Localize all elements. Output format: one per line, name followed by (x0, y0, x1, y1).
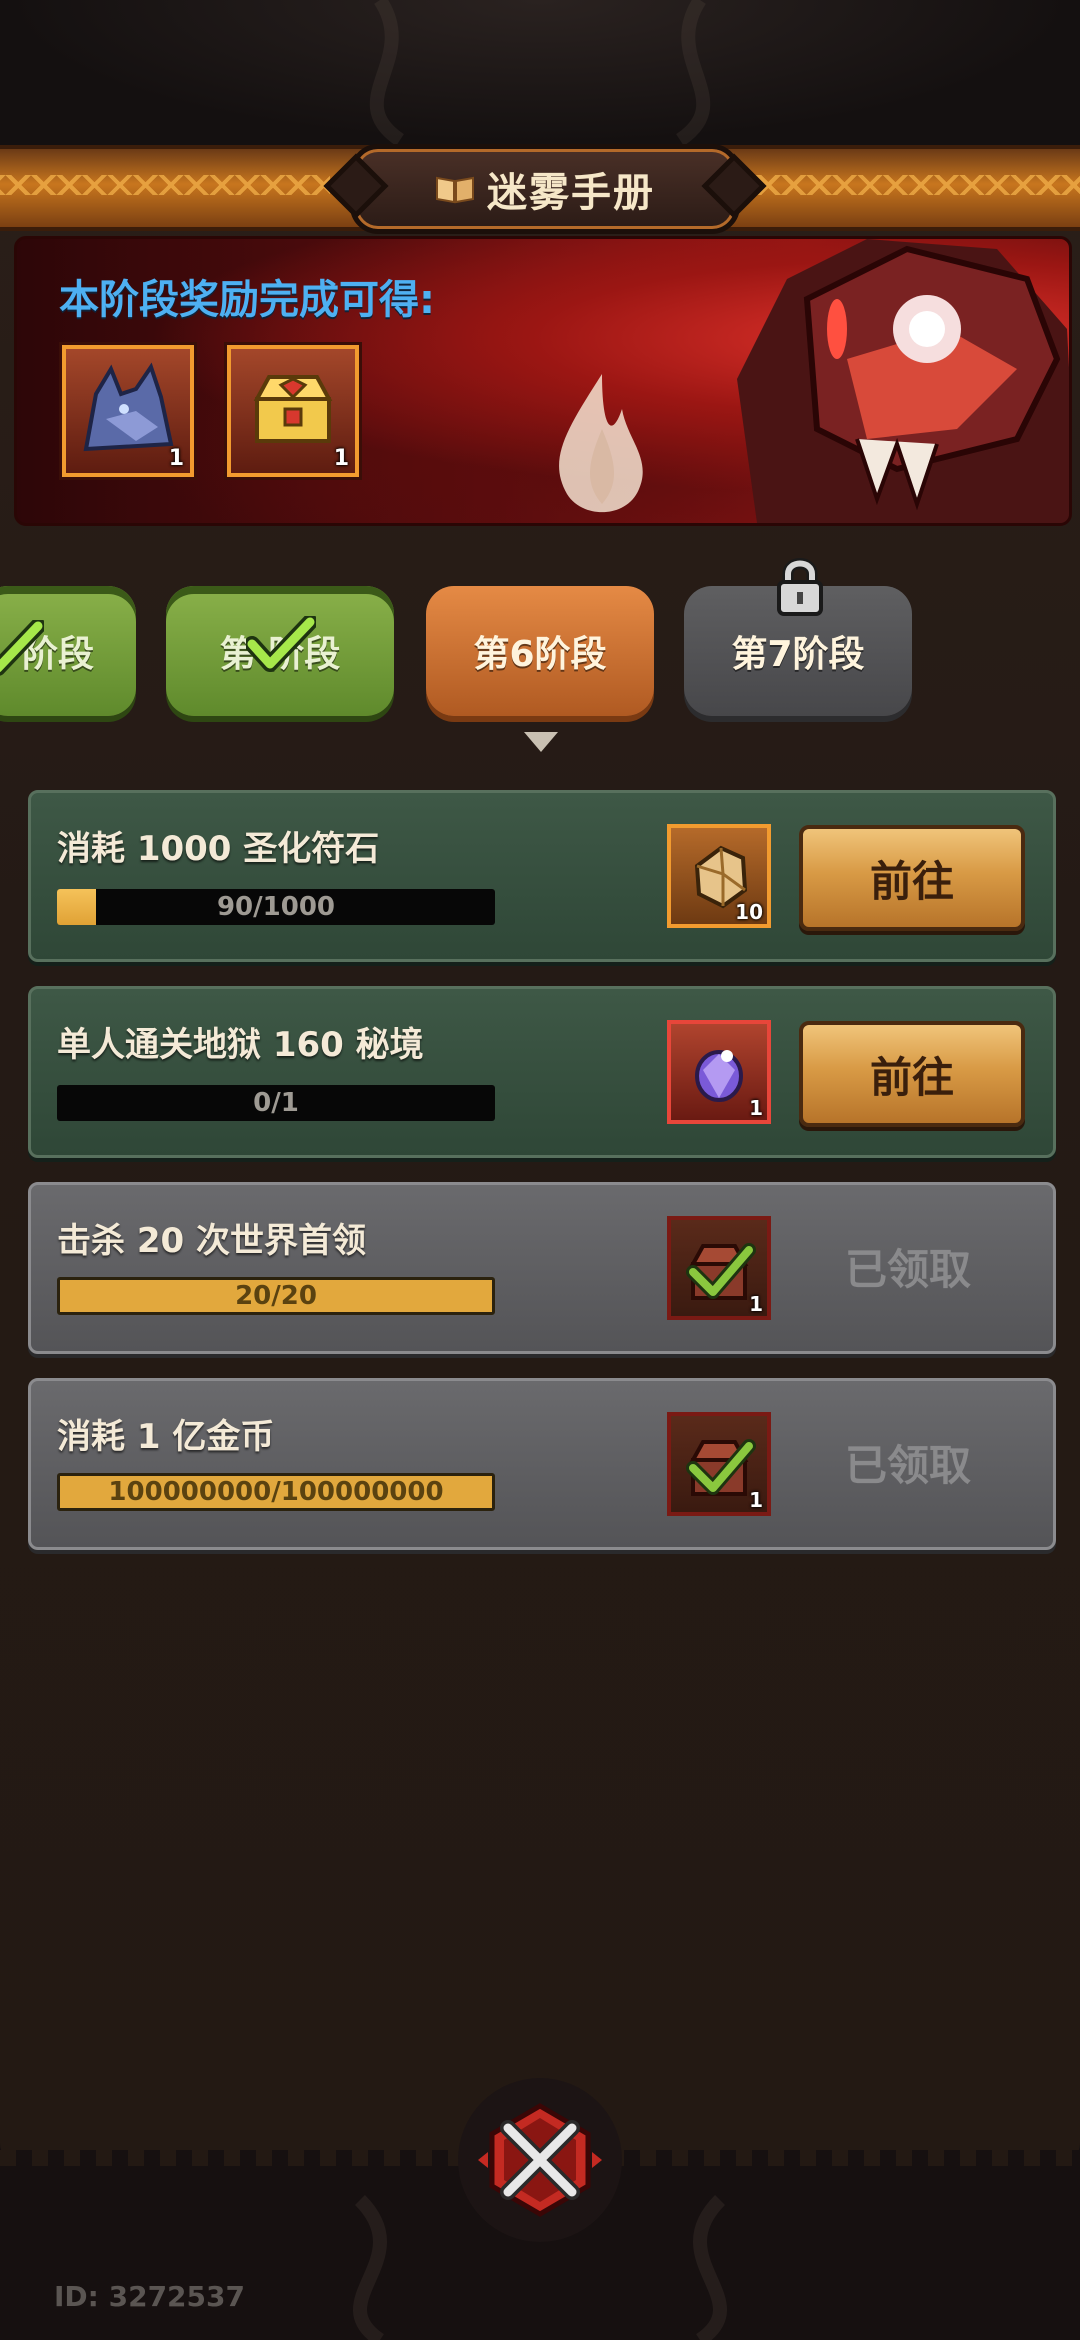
reward-slot-chest[interactable]: 1 (227, 345, 359, 477)
task-title: 消耗 1 亿金币 (57, 1417, 275, 1457)
task-title: 击杀 20 次世界首领 (57, 1221, 366, 1261)
task-card: 消耗 1 亿金币 100000000/100000000 1 已领取 (28, 1378, 1056, 1550)
demon-boss-art (737, 239, 1069, 523)
progress-text: 0/1 (253, 1088, 299, 1118)
task-card: 击杀 20 次世界首领 20/20 1 已领取 (28, 1182, 1056, 1354)
lock-icon (777, 558, 823, 616)
progress-text: 90/1000 (216, 892, 336, 922)
header-ornament-right (750, 175, 1080, 195)
book-icon (436, 176, 474, 204)
user-id: ID: 3272537 (54, 2280, 245, 2313)
go-button[interactable]: 前往 (799, 825, 1025, 931)
stage-tab-label: 第6阶段 (473, 634, 607, 675)
task-progress-bar: 0/1 (57, 1085, 495, 1121)
reward-banner: 本阶段奖励完成可得: 1 1 (14, 236, 1072, 526)
task-reward-slot: 1 (667, 1216, 771, 1320)
checkmark-icon (246, 616, 316, 672)
task-progress-bar: 100000000/100000000 (57, 1473, 495, 1511)
reward-count: 1 (333, 446, 349, 471)
task-progress-bar: 90/1000 (57, 889, 495, 925)
reward-slot-wolf[interactable]: 1 (62, 345, 194, 477)
task-card: 单人通关地狱 160 秘境 0/1 1 前往 (28, 986, 1056, 1158)
reward-count: 1 (749, 1096, 763, 1120)
reward-count: 1 (749, 1488, 763, 1512)
close-button[interactable] (458, 2078, 622, 2242)
checkmark-icon (0, 620, 44, 676)
reward-count: 10 (735, 900, 763, 924)
task-title: 单人通关地狱 160 秘境 (57, 1025, 424, 1065)
claimed-label: 已领取 (844, 1244, 971, 1294)
close-icon (478, 2103, 602, 2217)
stage-tab-5[interactable]: 第 阶段 (166, 586, 394, 716)
flame-icon (559, 374, 643, 513)
selected-stage-indicator (524, 732, 558, 752)
task-title: 消耗 1000 圣化符石 (57, 829, 380, 869)
stage-tab-4[interactable]: 阶段 (0, 586, 136, 716)
stage-tab-6[interactable]: 第6阶段 (426, 586, 654, 716)
task-reward-slot: 1 (667, 1412, 771, 1516)
top-background (0, 0, 1080, 145)
task-reward-slot[interactable]: 1 (667, 1020, 771, 1124)
reward-caption: 本阶段奖励完成可得: (59, 277, 435, 323)
task-reward-slot[interactable]: 10 (667, 824, 771, 928)
reward-count: 1 (168, 446, 184, 471)
page-title: 迷雾手册 (487, 170, 655, 216)
reward-count: 1 (749, 1292, 763, 1316)
task-progress-bar: 20/20 (57, 1277, 495, 1315)
title-plate: 迷雾手册 (350, 144, 740, 234)
stage-tab-label: 第7阶段 (731, 634, 865, 675)
progress-text: 100000000/100000000 (108, 1477, 444, 1507)
header-ornament-left (0, 175, 330, 195)
task-card: 消耗 1000 圣化符石 90/1000 10 前往 (28, 790, 1056, 962)
claimed-label: 已领取 (844, 1440, 971, 1490)
progress-text: 20/20 (235, 1281, 317, 1311)
go-button[interactable]: 前往 (799, 1021, 1025, 1127)
